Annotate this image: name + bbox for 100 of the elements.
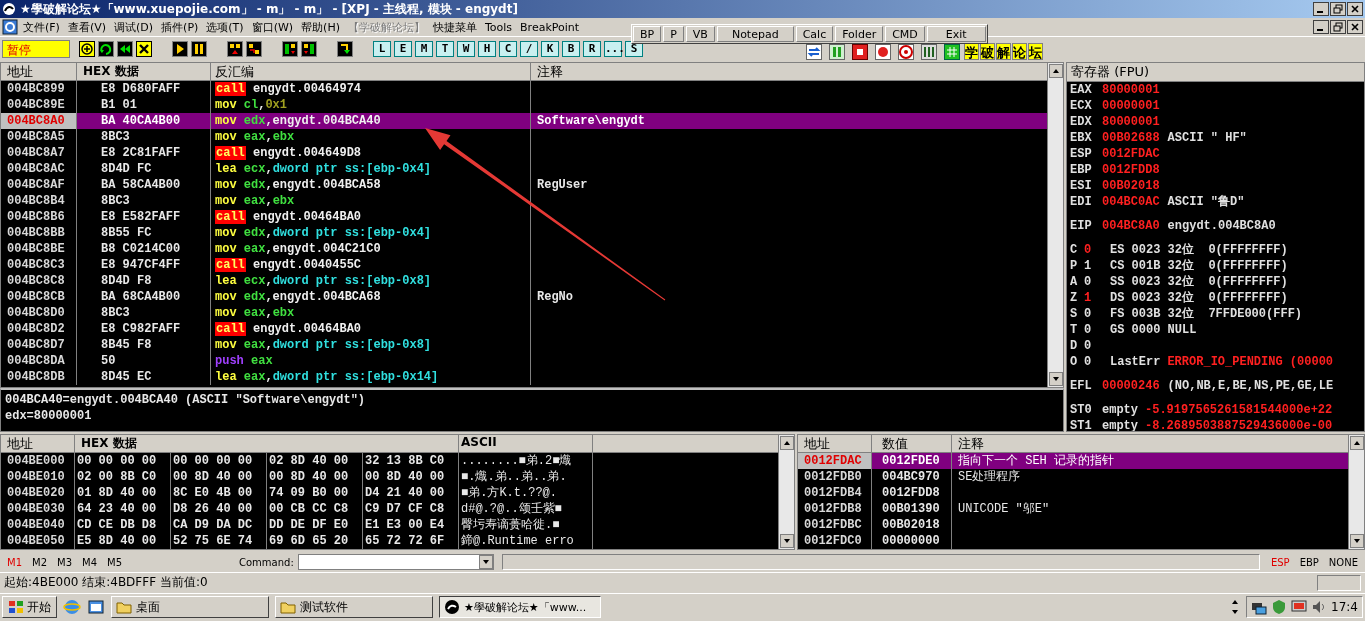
tool-button[interactable]: Notepad	[716, 26, 794, 42]
curved-arrow-icon[interactable]	[98, 40, 114, 57]
restore-icon[interactable]	[1330, 2, 1346, 16]
menu-item[interactable]: 调试(D)	[111, 19, 157, 35]
column-header[interactable]: 反汇编	[211, 63, 531, 81]
step-icon[interactable]	[246, 40, 262, 57]
flag-value[interactable]: 1	[1084, 258, 1110, 274]
start-button[interactable]: 开始	[2, 596, 57, 618]
window-button[interactable]: H	[478, 40, 496, 57]
comment-cell-text: RegUser	[536, 177, 589, 193]
menu-item[interactable]: 帮助(H)	[298, 19, 343, 35]
taskbar-button[interactable]: 桌面	[111, 596, 269, 618]
flag-value[interactable]: 1	[1084, 290, 1110, 306]
column-header[interactable]: HEX 数据	[75, 435, 459, 453]
forum-button[interactable]: 破	[980, 43, 995, 60]
grid-icon[interactable]	[944, 43, 960, 60]
pause-icon[interactable]	[191, 40, 207, 57]
anchor-button[interactable]: EBP	[1296, 556, 1322, 568]
minimize-icon[interactable]	[1313, 2, 1329, 16]
step-icon[interactable]	[227, 40, 243, 57]
scrollbar[interactable]	[1047, 63, 1063, 387]
window-button[interactable]: /	[520, 40, 538, 57]
arrows-icon[interactable]	[1230, 599, 1241, 615]
bookmark-button[interactable]: M4	[79, 556, 100, 568]
flag-value[interactable]: 0	[1084, 306, 1110, 322]
forum-button[interactable]: 论	[1012, 43, 1027, 60]
forum-button[interactable]: 坛	[1028, 43, 1043, 60]
anchor-button[interactable]: NONE	[1325, 556, 1361, 568]
bookmark-button[interactable]: M2	[29, 556, 50, 568]
scroll-up-icon[interactable]	[1048, 64, 1063, 78]
column-header[interactable]: 注释	[531, 63, 1047, 81]
rewind-icon[interactable]	[117, 40, 133, 57]
menu-item[interactable]: Tools	[481, 20, 516, 34]
tool-button[interactable]: CMD	[885, 26, 925, 42]
column-header[interactable]: ASCII	[459, 435, 593, 453]
scroll-down-icon[interactable]	[1048, 372, 1063, 386]
window-button[interactable]: M	[415, 40, 433, 57]
window-button[interactable]: W	[457, 40, 475, 57]
menu-item[interactable]: BreakPoint	[517, 20, 583, 34]
scroll-up-icon[interactable]	[779, 436, 794, 450]
window-button[interactable]: R	[583, 40, 601, 57]
step-icon[interactable]	[301, 40, 317, 57]
window-button[interactable]: K	[541, 40, 559, 57]
flag-value[interactable]: 0	[1084, 338, 1110, 354]
menu-item[interactable]: 插件(P)	[158, 19, 202, 35]
square-icon[interactable]	[852, 43, 868, 60]
flag-value[interactable]: 0	[1084, 322, 1110, 338]
menu-item[interactable]: 文件(F)	[20, 19, 63, 35]
step-icon[interactable]	[282, 40, 298, 57]
bookmark-button[interactable]: M5	[104, 556, 125, 568]
close-icon[interactable]	[136, 40, 152, 57]
menu-item[interactable]: 窗口(W)	[248, 19, 297, 35]
scrollbar[interactable]	[778, 435, 794, 549]
column-header[interactable]: 地址	[1, 435, 75, 453]
arrows-icon[interactable]	[806, 43, 822, 60]
flag-value[interactable]: 0	[1084, 274, 1110, 290]
window-button[interactable]: ...	[604, 40, 622, 57]
column-header[interactable]: 地址	[1, 63, 77, 81]
column-header[interactable]: HEX 数据	[77, 63, 211, 81]
flag-value[interactable]: 0	[1084, 242, 1110, 258]
menu-item[interactable]: 快捷菜单	[429, 19, 480, 35]
mdi-close-icon[interactable]	[1347, 20, 1363, 34]
target-icon[interactable]	[898, 43, 914, 60]
window-button[interactable]: T	[436, 40, 454, 57]
tool-button[interactable]: VB	[685, 26, 715, 42]
window-button[interactable]: B	[562, 40, 580, 57]
scrollbar[interactable]	[1348, 435, 1364, 549]
flag-value[interactable]: 0	[1084, 354, 1110, 370]
plus-icon[interactable]	[79, 40, 95, 57]
taskbar-button[interactable]: ★學破解论坛★「www...	[439, 596, 601, 618]
command-field[interactable]	[297, 554, 494, 570]
mdi-restore-icon[interactable]	[1330, 20, 1346, 34]
taskbar-button[interactable]: 测试软件	[275, 596, 433, 618]
tool-button[interactable]: BP	[633, 26, 662, 42]
tool-button[interactable]: Folder	[835, 26, 884, 42]
tool-button[interactable]: Calc	[795, 26, 834, 42]
scroll-up-icon[interactable]	[1349, 436, 1364, 450]
bookmark-button[interactable]: M3	[54, 556, 75, 568]
close-icon[interactable]	[1347, 2, 1363, 16]
window-button[interactable]: E	[394, 40, 412, 57]
hex-cell: BA 58CA4B00	[77, 177, 211, 193]
play-icon[interactable]	[172, 40, 188, 57]
window-icon[interactable]	[87, 598, 105, 616]
window-button[interactable]: L	[373, 40, 391, 57]
mdi-minimize-icon[interactable]	[1313, 20, 1329, 34]
scroll-down-icon[interactable]	[779, 534, 794, 548]
tool-button[interactable]: P	[663, 26, 684, 42]
hex-cell: E1 E3 00 E4	[363, 517, 459, 533]
menu-item[interactable]: 查看(V)	[64, 19, 110, 35]
window-button[interactable]: C	[499, 40, 517, 57]
document-icon[interactable]	[2, 19, 18, 35]
return-icon[interactable]	[337, 40, 353, 57]
tool-button[interactable]: Exit	[926, 26, 986, 42]
scroll-down-icon[interactable]	[1349, 534, 1364, 548]
bars-icon[interactable]	[829, 43, 845, 60]
circle-icon[interactable]	[875, 43, 891, 60]
columns-icon[interactable]	[921, 43, 937, 60]
forum-button[interactable]: 解	[996, 43, 1011, 60]
menu-item[interactable]: 选项(T)	[203, 19, 247, 35]
monitor-icon[interactable]	[1291, 599, 1308, 615]
